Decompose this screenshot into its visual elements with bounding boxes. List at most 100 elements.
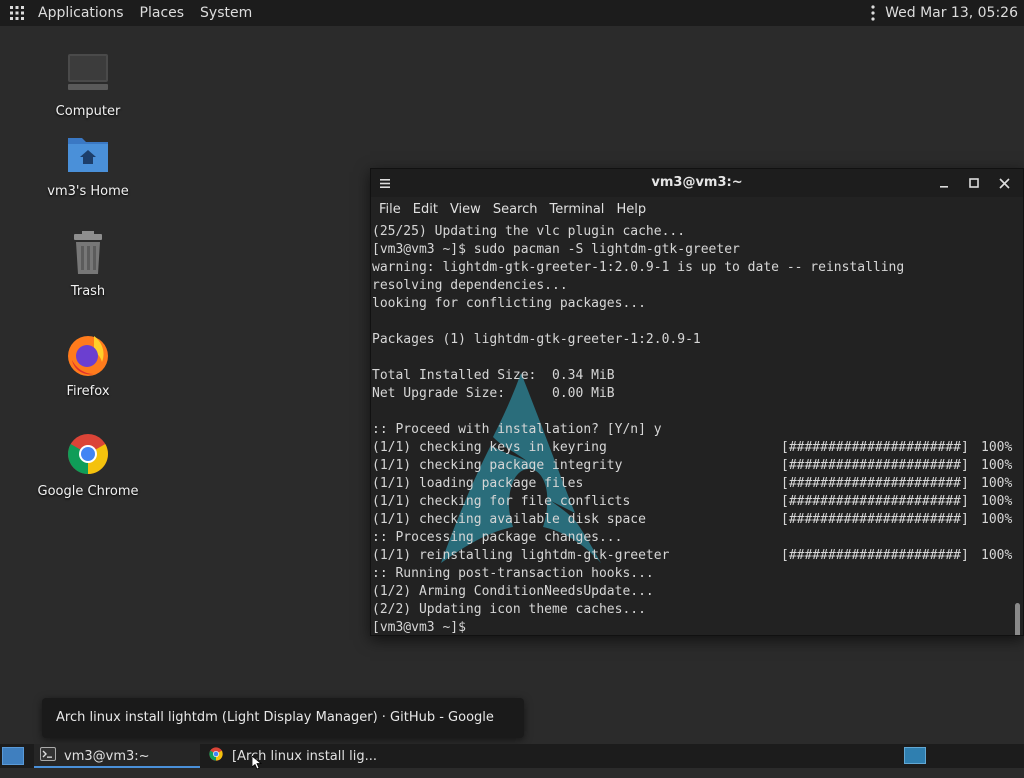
terminal-line-text: :: Running post-transaction hooks... [372, 566, 654, 581]
progress-percent: 100% [981, 494, 1013, 509]
terminal-line-text: [vm3@vm3 ~]$ sudo pacman -S lightdm-gtk-… [372, 242, 740, 257]
minimize-icon[interactable] [929, 169, 959, 197]
taskbar-item-label: vm3@vm3:~ [64, 748, 150, 764]
terminal-line-text: :: Processing package changes... [372, 530, 623, 545]
terminal-line: (1/1) checking for file conflicts [######… [372, 493, 1023, 511]
chrome-icon [208, 746, 224, 766]
menu-applications[interactable]: Applications [30, 0, 132, 26]
terminal-line: Total Installed Size: 0.34 MiB [372, 367, 1023, 385]
terminal-line: Packages (1) lightdm-gtk-greeter-1:2.0.9… [372, 331, 1023, 349]
terminal-line: (1/1) checking available disk space [####… [372, 511, 1023, 529]
terminal-line: :: Processing package changes... [372, 529, 1023, 547]
terminal-line-text: (1/1) reinstalling lightdm-gtk-greeter [372, 548, 670, 563]
menu-help[interactable]: Help [610, 197, 652, 223]
progress-bar-text: [######################] [781, 548, 969, 563]
progress-percent: 100% [981, 548, 1013, 563]
terminal-icon [40, 747, 56, 765]
terminal-line: resolving dependencies... [372, 277, 1023, 295]
terminal-line: looking for conflicting packages... [372, 295, 1023, 313]
kebab-menu-icon[interactable] [865, 5, 881, 21]
desktop-icon-label: vm3's Home [47, 184, 129, 199]
terminal-titlebar[interactable]: vm3@vm3:~ [371, 169, 1023, 197]
terminal-line-text: (1/1) checking keys in keyring [372, 440, 607, 455]
terminal-line: (25/25) Updating the vlc plugin cache... [372, 223, 1023, 241]
apps-grid-icon[interactable] [4, 0, 30, 26]
menu-file[interactable]: File [373, 197, 407, 223]
progress-bar-text: [######################] [781, 440, 969, 455]
show-desktop-button[interactable] [2, 747, 24, 765]
top-panel: Applications Places System Wed Mar 13, 0… [0, 0, 1024, 26]
menu-system[interactable]: System [192, 0, 260, 26]
terminal-scrollbar[interactable] [1015, 603, 1020, 635]
terminal-line: (1/1) checking package integrity [#######… [372, 457, 1023, 475]
terminal-line-text: (2/2) Updating icon theme caches... [372, 602, 646, 617]
terminal-menubar: File Edit View Search Terminal Help [371, 197, 1023, 223]
progress-percent: 100% [981, 458, 1013, 473]
desktop-icon-label: Computer [55, 104, 121, 119]
desktop-icon-home[interactable]: vm3's Home [28, 130, 148, 199]
terminal-line-text: (1/1) checking available disk space [372, 512, 646, 527]
terminal-line-text: looking for conflicting packages... [372, 296, 646, 311]
bottom-panel: vm3@vm3:~ [Arch linux install lig... [0, 744, 1024, 768]
window-controls [929, 169, 1019, 197]
taskbar-tooltip: Arch linux install lightdm (Light Displa… [42, 698, 524, 765]
terminal-line: (1/2) Arming ConditionNeedsUpdate... [372, 583, 1023, 601]
terminal-title: vm3@vm3:~ [651, 175, 743, 190]
terminal-output[interactable]: (25/25) Updating the vlc plugin cache...… [371, 223, 1023, 635]
terminal-line-text: resolving dependencies... [372, 278, 568, 293]
maximize-icon[interactable] [959, 169, 989, 197]
terminal-line: [vm3@vm3 ~]$ sudo pacman -S lightdm-gtk-… [372, 241, 1023, 259]
terminal-line-text: (1/2) Arming ConditionNeedsUpdate... [372, 584, 654, 599]
close-icon[interactable] [989, 169, 1019, 197]
menu-places[interactable]: Places [132, 0, 193, 26]
menu-view[interactable]: View [444, 197, 487, 223]
terminal-line: (1/1) reinstalling lightdm-gtk-greeter [#… [372, 547, 1023, 565]
terminal-line-text: :: Proceed with installation? [Y/n] y [372, 422, 662, 437]
terminal-line-text: (1/1) loading package files [372, 476, 584, 491]
terminal-line-text: (1/1) checking for file conflicts [372, 494, 631, 509]
terminal-prompt: [vm3@vm3 ~]$ [372, 620, 466, 635]
terminal-line-text: warning: lightdm-gtk-greeter-1:2.0.9-1 i… [372, 260, 905, 275]
terminal-line: (1/1) checking keys in keyring [#########… [372, 439, 1023, 457]
desktop-icon-trash[interactable]: Trash [28, 230, 148, 299]
home-folder-icon [64, 130, 112, 178]
progress-percent: 100% [981, 512, 1013, 527]
progress-percent: 100% [981, 476, 1013, 491]
terminal-line-text: (25/25) Updating the vlc plugin cache... [372, 224, 686, 239]
workspace-switcher[interactable] [904, 747, 926, 764]
terminal-line-text: Net Upgrade Size: 0.00 MiB [372, 386, 615, 401]
terminal-line: (1/1) loading package files [############… [372, 475, 1023, 493]
computer-icon [64, 50, 112, 98]
clock[interactable]: Wed Mar 13, 05:26 [881, 5, 1024, 21]
terminal-prompt-line[interactable]: [vm3@vm3 ~]$ [372, 619, 1023, 635]
terminal-line-text: (1/1) checking package integrity [372, 458, 623, 473]
taskbar-item-terminal[interactable]: vm3@vm3:~ [34, 744, 200, 768]
terminal-line-text: Total Installed Size: 0.34 MiB [372, 368, 615, 383]
terminal-line: :: Running post-transaction hooks... [372, 565, 1023, 583]
terminal-window[interactable]: vm3@vm3:~ File Edit View Search Terminal… [370, 168, 1024, 636]
desktop-icon-chrome[interactable]: Google Chrome [28, 430, 148, 499]
terminal-line: :: Proceed with installation? [Y/n] y [372, 421, 1023, 439]
menu-search[interactable]: Search [487, 197, 544, 223]
progress-bar-text: [######################] [781, 458, 969, 473]
menu-terminal[interactable]: Terminal [543, 197, 610, 223]
top-right-area: Wed Mar 13, 05:26 [865, 0, 1024, 26]
terminal-line: Net Upgrade Size: 0.00 MiB [372, 385, 1023, 403]
hamburger-menu-icon[interactable] [371, 169, 399, 197]
progress-bar-text: [######################] [781, 512, 969, 527]
desktop-icon-label: Google Chrome [37, 484, 139, 499]
progress-bar-text: [######################] [781, 494, 969, 509]
terminal-line-text: Packages (1) lightdm-gtk-greeter-1:2.0.9… [372, 332, 701, 347]
desktop-icon-computer[interactable]: Computer [28, 50, 148, 119]
taskbar-item-chrome[interactable]: [Arch linux install lig... [202, 744, 377, 768]
desktop-icon-label: Trash [70, 284, 106, 299]
desktop-icon-firefox[interactable]: Firefox [28, 330, 148, 399]
chrome-icon [64, 430, 112, 478]
trash-icon [64, 230, 112, 278]
menu-edit[interactable]: Edit [407, 197, 444, 223]
text-cursor [476, 621, 484, 635]
terminal-lines: (25/25) Updating the vlc plugin cache...… [371, 223, 1023, 635]
